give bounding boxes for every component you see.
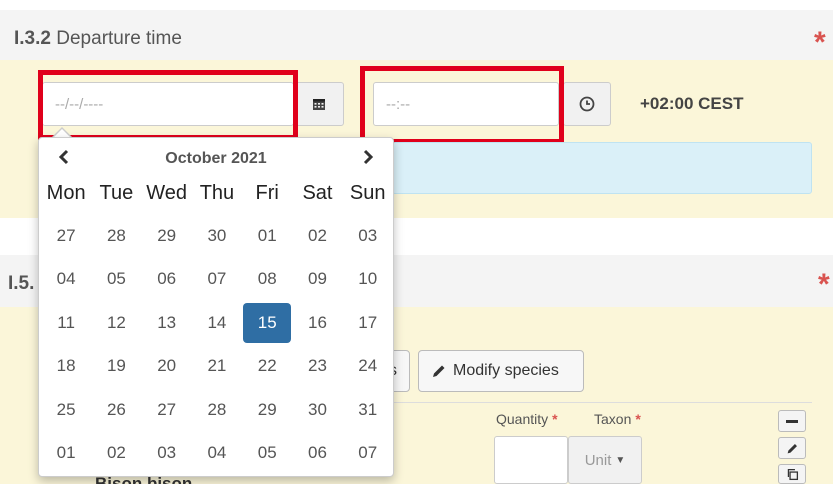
taxon-column-header: Taxon * xyxy=(594,411,641,427)
datepicker-day[interactable]: 02 xyxy=(92,434,140,474)
departure-date-input[interactable]: --/--/---- xyxy=(42,82,294,126)
datepicker-day[interactable]: 22 xyxy=(243,347,291,387)
modify-species-button[interactable]: Modify species xyxy=(418,350,584,392)
weekday-header: Tue xyxy=(99,182,134,204)
datepicker-day[interactable]: 11 xyxy=(42,303,90,343)
remove-row-button[interactable] xyxy=(778,410,806,432)
calendar-button[interactable] xyxy=(294,82,344,126)
datepicker-day[interactable]: 03 xyxy=(143,434,191,474)
clock-button[interactable] xyxy=(563,82,611,126)
edit-row-button[interactable] xyxy=(778,437,806,459)
species-section-code: I.5. xyxy=(8,273,35,294)
datepicker-day[interactable]: 29 xyxy=(143,216,191,256)
datepicker-day[interactable]: 06 xyxy=(293,434,341,474)
datepicker-day-grid: 27 28 29 30 01 02 03 04 05 06 07 08 09 10 11 12 13 14 15 16… xyxy=(41,214,393,475)
datepicker-day[interactable]: 28 xyxy=(193,390,241,430)
datepicker-day[interactable]: 29 xyxy=(243,390,291,430)
copy-icon xyxy=(787,468,798,480)
datepicker-day[interactable]: 12 xyxy=(92,303,140,343)
pencil-icon xyxy=(787,443,797,453)
datepicker-day[interactable]: 16 xyxy=(293,303,341,343)
datepicker-day[interactable]: 03 xyxy=(344,216,392,256)
datepicker-day[interactable]: 01 xyxy=(243,216,291,256)
caret-down-icon: ▼ xyxy=(615,454,626,466)
weekday-header: Sun xyxy=(349,182,386,204)
datepicker-day[interactable]: 31 xyxy=(344,390,392,430)
datepicker-day[interactable]: 30 xyxy=(193,216,241,256)
datepicker-day[interactable]: 18 xyxy=(42,347,90,387)
datepicker-day[interactable]: 23 xyxy=(293,347,341,387)
taxon-required-star: * xyxy=(635,411,641,427)
unit-select[interactable]: Unit ▼ xyxy=(568,436,642,484)
departure-section-title: I.3.2 Departure time xyxy=(14,28,182,50)
clock-icon xyxy=(579,96,595,112)
weekday-header: Mon xyxy=(46,182,86,204)
next-month-button[interactable] xyxy=(361,148,375,171)
datepicker-day-selected[interactable]: 15 xyxy=(243,303,292,343)
datepicker-day[interactable]: 30 xyxy=(293,390,341,430)
datepicker-weekday-row: Mon Tue Wed Thu Fri Sat Sun xyxy=(41,182,393,205)
datepicker-day[interactable]: 24 xyxy=(344,347,392,387)
weekday-header: Sat xyxy=(302,182,333,204)
datepicker-day[interactable]: 10 xyxy=(344,260,392,300)
datepicker-day[interactable]: 27 xyxy=(42,216,90,256)
weekday-header: Fri xyxy=(255,182,279,204)
datepicker-day[interactable]: 26 xyxy=(92,390,140,430)
calendar-icon xyxy=(313,99,325,110)
info-box xyxy=(392,142,812,194)
datepicker-day[interactable]: 27 xyxy=(143,390,191,430)
unit-select-label: Unit xyxy=(584,451,612,469)
minus-icon xyxy=(786,419,798,423)
departure-time-input[interactable]: --:-- xyxy=(373,82,559,126)
datepicker-popup: October 2021 Mon Tue Wed Thu Fri Sat Sun 27 28 2… xyxy=(38,137,394,477)
datepicker-day[interactable]: 09 xyxy=(293,260,341,300)
weekday-header: Wed xyxy=(146,182,188,204)
chevron-right-icon xyxy=(363,149,374,165)
datepicker-month-label[interactable]: October 2021 xyxy=(39,150,393,168)
datepicker-day[interactable]: 20 xyxy=(143,347,191,387)
datepicker-day[interactable]: 05 xyxy=(92,260,140,300)
weekday-header: Thu xyxy=(199,182,235,204)
departure-section-code: I.3.2 xyxy=(14,28,51,49)
datepicker-day[interactable]: 02 xyxy=(293,216,341,256)
modify-species-label: Modify species xyxy=(453,362,559,379)
page: I.3.2 Departure time * --/--/---- --:-- … xyxy=(0,0,833,484)
datepicker-day[interactable]: 14 xyxy=(193,303,241,343)
departure-section-label: Departure time xyxy=(56,28,182,49)
datepicker-day[interactable]: 04 xyxy=(193,434,241,474)
datepicker-day[interactable]: 28 xyxy=(92,216,140,256)
pencil-icon xyxy=(433,365,445,377)
quantity-column-header: Quantity * xyxy=(496,411,558,427)
datepicker-day[interactable]: 07 xyxy=(344,434,392,474)
quantity-input[interactable] xyxy=(494,436,568,484)
datepicker-day[interactable]: 13 xyxy=(143,303,191,343)
timezone-label: +02:00 CEST xyxy=(640,94,744,113)
datepicker-day[interactable]: 17 xyxy=(344,303,392,343)
datepicker-day[interactable]: 01 xyxy=(42,434,90,474)
datepicker-day[interactable]: 25 xyxy=(42,390,90,430)
required-star-2: * xyxy=(818,268,830,301)
taxon-header-label: Taxon xyxy=(594,411,632,427)
datepicker-day[interactable]: 04 xyxy=(42,260,90,300)
datepicker-day[interactable]: 05 xyxy=(243,434,291,474)
quantity-header-label: Quantity xyxy=(496,411,549,427)
datepicker-day[interactable]: 21 xyxy=(193,347,241,387)
copy-row-button[interactable] xyxy=(778,464,806,484)
datepicker-day[interactable]: 08 xyxy=(243,260,291,300)
time-input-placeholder: --:-- xyxy=(386,95,411,113)
quantity-required-star: * xyxy=(552,411,558,427)
date-input-placeholder: --/--/---- xyxy=(55,95,104,113)
datepicker-day[interactable]: 06 xyxy=(143,260,191,300)
required-star: * xyxy=(814,26,826,59)
datepicker-day[interactable]: 07 xyxy=(193,260,241,300)
datepicker-day[interactable]: 19 xyxy=(92,347,140,387)
